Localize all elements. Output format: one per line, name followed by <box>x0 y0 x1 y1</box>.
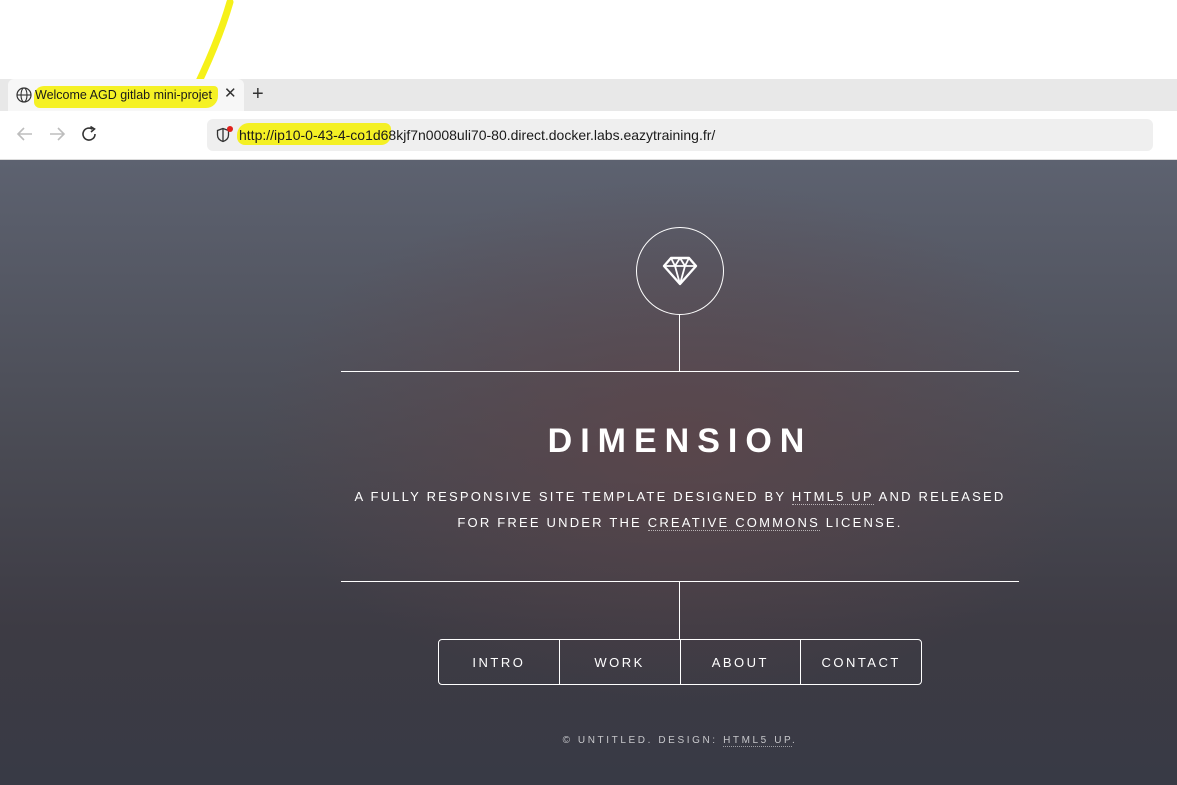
address-bar[interactable]: http://ip10-0-43-4-co1d68kjf7n0008uli70-… <box>207 119 1153 151</box>
site-nav: INTRO WORK ABOUT CONTACT <box>438 639 922 685</box>
url-text[interactable]: http://ip10-0-43-4-co1d68kjf7n0008uli70-… <box>239 127 715 143</box>
new-tab-button[interactable]: + <box>252 83 264 105</box>
page-title: DIMENSION <box>547 422 813 460</box>
browser-toolbar: http://ip10-0-43-4-co1d68kjf7n0008uli70-… <box>0 111 1177 160</box>
html5up-link[interactable]: HTML5 UP <box>791 489 874 505</box>
description-text-4: LICENSE. <box>819 515 903 530</box>
site-logo <box>636 227 724 315</box>
site-footer: © UNTITLED. DESIGN: HTML5 UP. <box>340 735 1020 747</box>
reload-icon[interactable] <box>78 123 100 145</box>
close-icon[interactable]: ✕ <box>224 86 237 102</box>
nav-connector-line <box>679 582 680 639</box>
web-page: DIMENSION A FULLY RESPONSIVE SITE TEMPLA… <box>0 160 1177 785</box>
bottom-divider <box>341 581 1019 582</box>
diamond-icon <box>662 256 698 286</box>
description-text-1: A FULLY RESPONSIVE SITE TEMPLATE DESIGNE… <box>354 489 792 504</box>
tab-title: Welcome AGD gitlab mini-projet <box>35 88 212 102</box>
description-text-3: FOR FREE UNDER THE <box>457 515 648 530</box>
top-divider <box>341 371 1019 372</box>
footer-text: © UNTITLED. DESIGN: <box>562 735 724 746</box>
description-text-2: AND RELEASED <box>873 489 1006 504</box>
forward-arrow-icon[interactable] <box>46 123 68 145</box>
browser-tab[interactable]: Welcome AGD gitlab mini-projet ✕ <box>8 79 244 111</box>
creative-commons-link[interactable]: CREATIVE COMMONS <box>647 515 820 531</box>
nav-contact[interactable]: CONTACT <box>800 640 921 684</box>
globe-icon <box>16 87 32 103</box>
tab-strip: Welcome AGD gitlab mini-projet ✕ + <box>0 79 1177 111</box>
site-description: A FULLY RESPONSIVE SITE TEMPLATE DESIGNE… <box>340 484 1020 536</box>
footer-html5up-link[interactable]: HTML5 UP <box>723 735 793 747</box>
nav-intro[interactable]: INTRO <box>439 640 559 684</box>
nav-work[interactable]: WORK <box>558 640 680 684</box>
nav-about[interactable]: ABOUT <box>679 640 801 684</box>
logo-connector-line <box>679 314 680 371</box>
footer-suffix: . <box>792 735 798 746</box>
back-arrow-icon[interactable] <box>14 123 36 145</box>
security-warning-dot <box>227 126 233 132</box>
